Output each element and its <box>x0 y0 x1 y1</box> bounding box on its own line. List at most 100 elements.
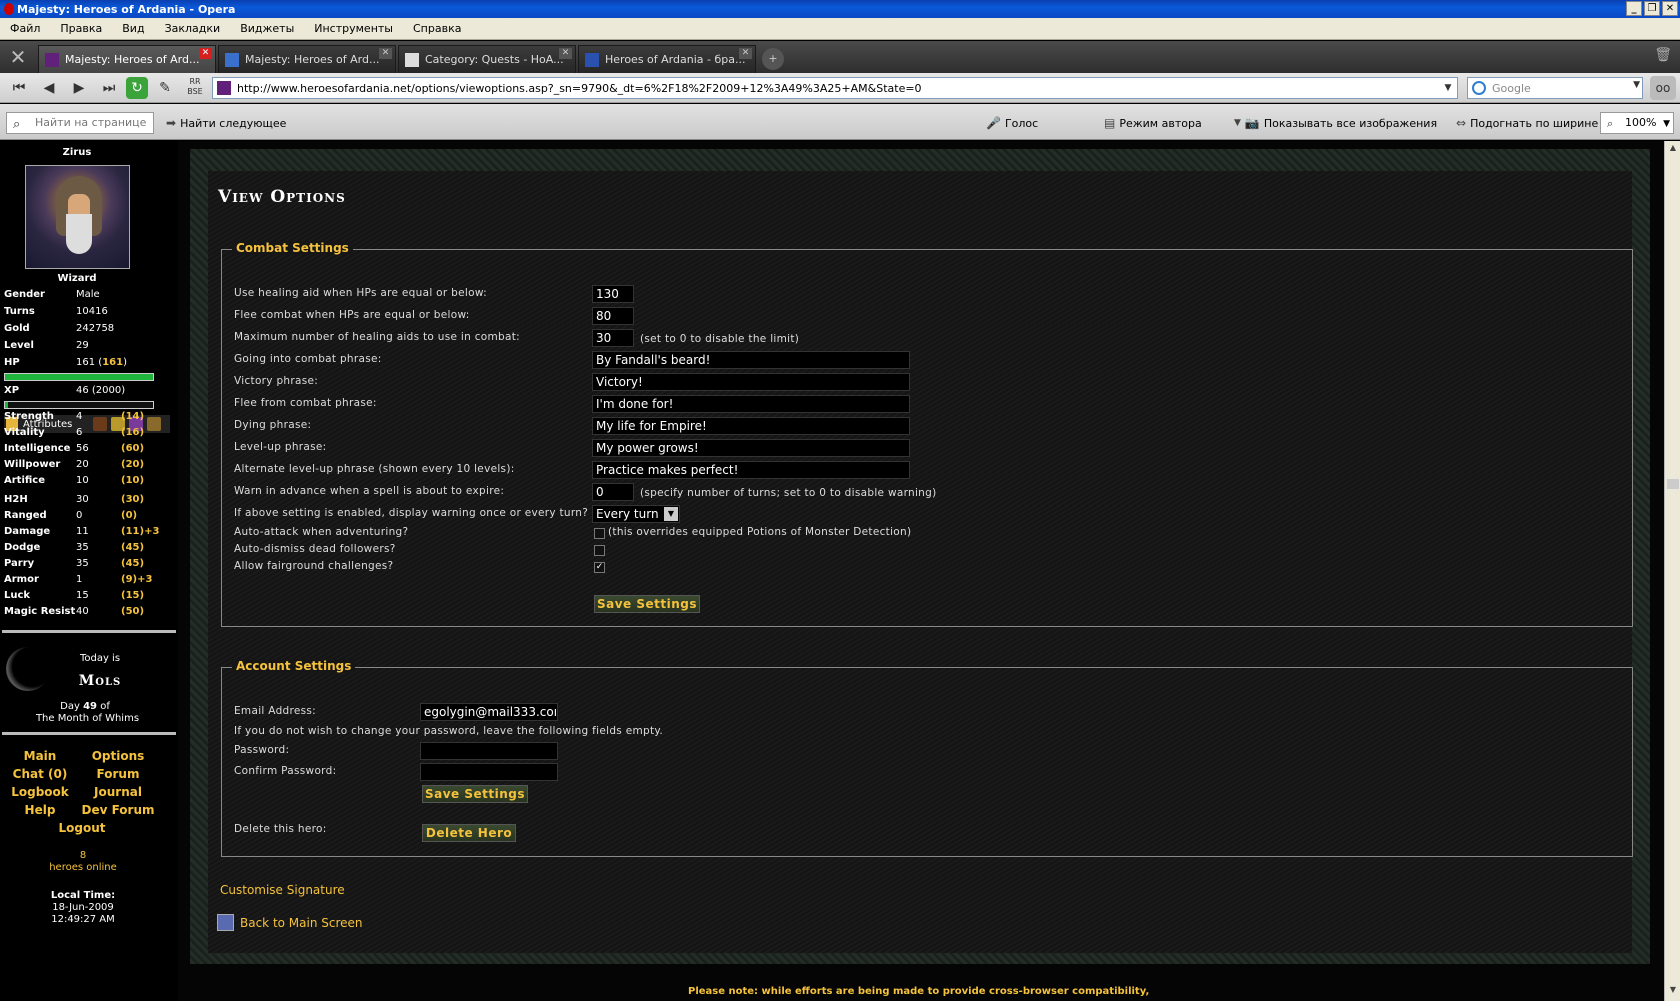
fit-width-label: Подогнать по ширине <box>1470 116 1599 130</box>
search-icon: ⌕ <box>13 117 21 132</box>
flee-phrase-input[interactable]: I'm done for! <box>592 395 910 413</box>
reload-icon[interactable]: ↻ <box>126 76 148 99</box>
nav-forum-link[interactable]: Forum <box>78 767 158 781</box>
address-bar[interactable]: http://www.heroesofardania.net/options/v… <box>212 77 1458 99</box>
google-icon <box>1472 81 1486 95</box>
day-of-month: Day 49 of <box>60 701 110 712</box>
rss-icon[interactable]: RR BSE <box>182 77 208 99</box>
arrow-right-icon: ➡ <box>166 116 177 130</box>
menu-edit[interactable]: Правка <box>50 22 112 35</box>
local-time: 12:49:27 AM <box>51 914 115 925</box>
menu-file[interactable]: Файл <box>0 22 50 35</box>
warn-label: Warn in advance when a spell is about to… <box>234 485 505 497</box>
nav-chat-link[interactable]: Chat (0) <box>0 767 80 781</box>
tools-icon[interactable]: ✕ <box>4 43 32 71</box>
tab-quests[interactable]: Category: Quests - HoA... ✕ <box>398 45 576 73</box>
address-dropdown-icon[interactable]: ▼ <box>1441 80 1455 96</box>
opera-logo-icon <box>4 3 14 15</box>
levelup-label: Level-up phrase: <box>234 441 327 453</box>
back-icon[interactable]: ◀ <box>36 77 62 99</box>
show-images-button[interactable]: ▼ 📷 Показывать все изображения <box>1234 116 1437 130</box>
nav-help-link[interactable]: Help <box>0 803 80 817</box>
fast-forward-icon[interactable]: ⏭ <box>96 77 122 99</box>
search-field[interactable]: Google ▼ <box>1467 77 1643 99</box>
delete-hero-button[interactable]: Delete Hero <box>422 824 516 842</box>
going-combat-input[interactable]: By Fandall's beard! <box>592 351 910 369</box>
fit-width-button[interactable]: ⇔ Подогнать по ширине <box>1456 116 1598 130</box>
menu-tools[interactable]: Инструменты <box>304 22 403 35</box>
menu-widgets[interactable]: Виджеты <box>230 22 304 35</box>
restore-button[interactable]: ❐ <box>1644 1 1660 16</box>
hero-class: Wizard <box>57 273 97 284</box>
warn-input[interactable]: 0 <box>592 483 634 501</box>
warn-mode-select[interactable]: Every turn ▼ <box>592 505 680 523</box>
auto-dismiss-checkbox[interactable] <box>594 545 605 556</box>
levelup-input[interactable]: My power grows! <box>592 439 910 457</box>
back-icon[interactable] <box>217 914 234 931</box>
healing-aid-label: Use healing aid when HPs are equal or be… <box>234 287 487 299</box>
email-label: Email Address: <box>234 705 317 717</box>
close-tab-icon[interactable]: ✕ <box>199 48 212 59</box>
tab-majesty-2[interactable]: Majesty: Heroes of Ard... ✕ <box>218 45 396 73</box>
healing-aid-input[interactable]: 130 <box>592 285 634 303</box>
stat-ranged: Ranged 0 (0) <box>4 510 138 521</box>
vertical-scrollbar[interactable]: ▲ ▼ <box>1664 141 1680 1001</box>
stat-magic-resist: Magic Resist 40 (50) <box>4 606 145 617</box>
confirm-password-field[interactable] <box>420 763 558 781</box>
tab-majesty-1[interactable]: Majesty: Heroes of Ard... ✕ <box>38 45 216 73</box>
nav-dev-forum-link[interactable]: Dev Forum <box>78 803 158 817</box>
trash-icon[interactable]: 🗑 <box>1654 47 1672 63</box>
customise-signature-link[interactable]: Customise Signature <box>220 883 345 897</box>
nav-options-link[interactable]: Options <box>78 749 158 763</box>
moon-phase-icon <box>6 647 50 691</box>
find-on-page-input[interactable]: ⌕ Найти на странице <box>6 112 154 134</box>
password-note: If you do not wish to change your passwo… <box>234 725 664 737</box>
tab-label: Heroes of Ardania - бра... <box>605 53 746 66</box>
flee-phrase-label: Flee from combat phrase: <box>234 397 377 409</box>
author-mode-button[interactable]: ▤ Режим автора <box>1104 116 1202 130</box>
auto-attack-label: Auto-attack when adventuring? <box>234 526 409 538</box>
find-next-button[interactable]: ➡ Найти следующее <box>166 116 286 130</box>
fairground-checkbox[interactable]: ✓ <box>594 562 605 573</box>
scroll-down-icon[interactable]: ▼ <box>1667 985 1679 999</box>
tab-heroes-ardania[interactable]: Heroes of Ardania - бра... ✕ <box>578 45 756 73</box>
page-favicon-icon <box>405 52 419 67</box>
back-to-main-link[interactable]: Back to Main Screen <box>240 916 363 930</box>
alt-levelup-input[interactable]: Practice makes perfect! <box>592 461 910 479</box>
minimize-button[interactable]: _ <box>1626 1 1642 16</box>
menu-help[interactable]: Справка <box>403 22 471 35</box>
auto-attack-checkbox[interactable] <box>594 528 605 539</box>
rewind-icon[interactable]: ⏮ <box>6 77 32 99</box>
flee-hp-input[interactable]: 80 <box>592 307 634 325</box>
close-tab-icon[interactable]: ✕ <box>559 48 572 59</box>
menu-view[interactable]: Вид <box>112 22 154 35</box>
scroll-up-icon[interactable]: ▲ <box>1667 143 1679 157</box>
new-tab-icon[interactable]: + <box>762 48 784 70</box>
forward-icon[interactable]: ▶ <box>66 77 92 99</box>
nav-main-link[interactable]: Main <box>0 749 80 763</box>
voice-button[interactable]: 🎤 Голос <box>986 116 1038 130</box>
save-combat-settings-button[interactable]: Save Settings <box>594 595 700 613</box>
search-dropdown-icon[interactable]: ▼ <box>1633 80 1640 90</box>
fit-width-icon: ⇔ <box>1456 116 1467 130</box>
menu-bookmarks[interactable]: Закладки <box>155 22 231 35</box>
nav-journal-link[interactable]: Journal <box>78 785 158 799</box>
scroll-thumb[interactable] <box>1667 479 1679 489</box>
victory-input[interactable]: Victory! <box>592 373 910 391</box>
zoom-icon: ⌕ <box>1607 117 1614 130</box>
nav-logout-link[interactable]: Logout <box>42 821 122 835</box>
close-tab-icon[interactable]: ✕ <box>379 48 392 59</box>
max-heal-input[interactable]: 30 <box>592 329 634 347</box>
dying-input[interactable]: My life for Empire! <box>592 417 910 435</box>
close-tab-icon[interactable]: ✕ <box>739 48 752 59</box>
max-heal-label: Maximum number of healing aids to use in… <box>234 331 521 343</box>
edit-icon[interactable]: ✎ <box>152 77 178 99</box>
password-field[interactable] <box>420 742 558 760</box>
zoom-select[interactable]: ⌕ 100% ▼ <box>1600 112 1674 134</box>
nav-logbook-link[interactable]: Logbook <box>0 785 80 799</box>
close-button[interactable]: ✕ <box>1662 1 1678 16</box>
email-field[interactable]: egolygin@mail333.coı <box>420 703 558 721</box>
chevron-down-icon: ▼ <box>664 507 678 521</box>
save-account-settings-button[interactable]: Save Settings <box>422 785 528 803</box>
binoculars-icon[interactable]: oo <box>1650 76 1676 100</box>
